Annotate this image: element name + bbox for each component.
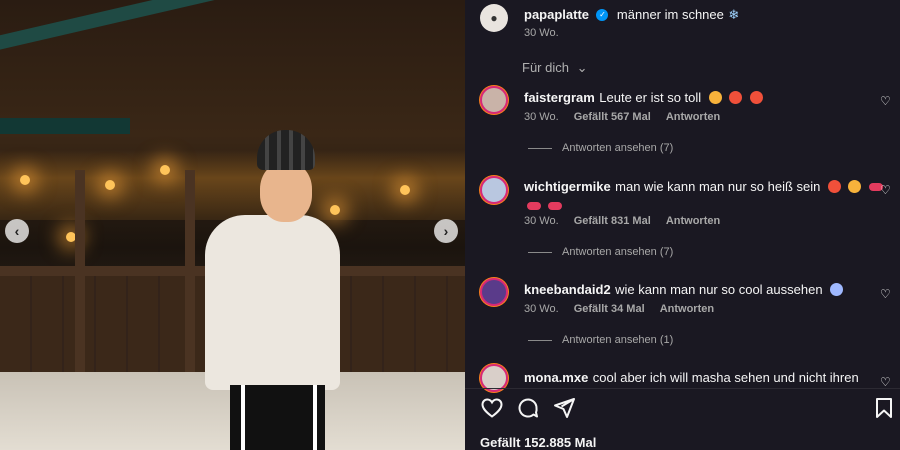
person-face <box>260 162 312 222</box>
person <box>205 130 340 450</box>
action-bar <box>478 396 898 424</box>
comment-line: wichtigermike man wie kann man nur so he… <box>524 178 883 196</box>
roof-beam <box>0 0 465 54</box>
person-beanie <box>257 130 315 170</box>
post-photo[interactable]: ‹ › <box>0 0 465 450</box>
comment-time: 30 Wo. <box>524 303 559 315</box>
comment-text: Leute er ist so toll <box>599 90 702 105</box>
roof-beam <box>0 118 130 134</box>
rail-post <box>75 170 85 380</box>
divider <box>465 388 900 389</box>
post-time: 30 Wo. <box>524 27 559 39</box>
heart-eyes-emoji-icon <box>848 180 862 194</box>
comment-text: cool aber ich will masha sehen und nicht… <box>592 370 859 385</box>
view-replies-button[interactable]: Antworten ansehen (7) <box>528 142 673 154</box>
avatar[interactable]: ● <box>480 4 508 32</box>
divider <box>528 251 552 253</box>
share-icon[interactable] <box>552 396 576 420</box>
person-shirt <box>205 215 340 390</box>
comment-username[interactable]: mona.mxe <box>524 370 588 385</box>
comment-line: kneebandaid2 wie kann man nur so cool au… <box>524 281 844 299</box>
avatar[interactable] <box>480 86 508 114</box>
rail-post <box>185 170 195 380</box>
comment-text: man wie kann man nur so heiß sein <box>615 179 821 194</box>
cold-face-emoji-icon <box>830 283 844 297</box>
hot-face-emoji-icon <box>749 91 763 105</box>
comment-username[interactable]: kneebandaid2 <box>524 282 611 297</box>
heart-icon[interactable]: ♡ <box>880 375 892 389</box>
reply-button[interactable]: Antworten <box>660 303 714 315</box>
avatar[interactable] <box>480 176 508 204</box>
view-replies-label: Antworten ansehen (7) <box>562 142 674 154</box>
post-username[interactable]: papaplatte <box>524 7 589 22</box>
light <box>105 180 115 190</box>
avatar[interactable] <box>480 278 508 306</box>
view-replies-label: Antworten ansehen (7) <box>562 246 674 258</box>
filter-label: Für dich <box>522 60 569 75</box>
chevron-left-icon[interactable]: ‹ <box>5 219 29 243</box>
comment-text: wie kann man nur so cool aussehen <box>615 282 823 297</box>
heart-icon[interactable]: ♡ <box>880 287 892 301</box>
lips-emoji-icon <box>527 201 541 210</box>
light <box>160 165 170 175</box>
view-replies-button[interactable]: Antworten ansehen (1) <box>528 334 673 346</box>
lips-emoji-icon <box>548 201 563 210</box>
comment-meta: 30 Wo. Gefällt 831 Mal Antworten <box>524 215 720 227</box>
reply-button[interactable]: Antworten <box>666 215 720 227</box>
comment-likes[interactable]: Gefällt 567 Mal <box>574 111 651 123</box>
post-caption: männer im schnee <box>616 7 724 22</box>
comment-username[interactable]: wichtigermike <box>524 179 611 194</box>
heart-icon[interactable] <box>480 396 504 420</box>
comment-filter-dropdown[interactable]: Für dich ⌄ <box>522 60 588 76</box>
verified-icon: ✓ <box>596 8 609 21</box>
chevron-down-icon: ⌄ <box>576 60 588 75</box>
reply-button[interactable]: Antworten <box>666 111 720 123</box>
heart-icon[interactable]: ♡ <box>880 183 892 197</box>
comment-line: mona.mxe cool aber ich will masha sehen … <box>524 369 859 387</box>
comment-likes[interactable]: Gefällt 831 Mal <box>574 215 651 227</box>
comment-likes[interactable]: Gefällt 34 Mal <box>574 303 645 315</box>
post-caption-line: papaplatte ✓ männer im schnee ❄ <box>524 6 739 24</box>
hot-face-emoji-icon <box>827 180 841 194</box>
pants-stripe <box>241 385 245 450</box>
comment-icon[interactable] <box>516 396 540 420</box>
view-replies-label: Antworten ansehen (1) <box>562 334 674 346</box>
post-like-count[interactable]: Gefällt 152.885 Mal <box>480 435 596 450</box>
comment-meta: 30 Wo. Gefällt 567 Mal Antworten <box>524 111 720 123</box>
comment-time: 30 Wo. <box>524 111 559 123</box>
divider <box>528 339 552 341</box>
view-replies-button[interactable]: Antworten ansehen (7) <box>528 246 673 258</box>
light <box>400 185 410 195</box>
pants-stripe <box>313 385 317 450</box>
comment-username[interactable]: faistergram <box>524 90 595 105</box>
comment-time: 30 Wo. <box>524 215 559 227</box>
heart-eyes-emoji-icon <box>708 91 722 105</box>
snowflake-icon: ❄ <box>728 7 740 22</box>
heart-icon[interactable]: ♡ <box>880 94 892 108</box>
bookmark-icon[interactable] <box>872 396 896 420</box>
comment-emoji-line <box>524 197 563 215</box>
hot-face-emoji-icon <box>729 91 743 105</box>
chevron-right-icon[interactable]: › <box>434 219 458 243</box>
divider <box>528 147 552 149</box>
comment-line: faistergram Leute er ist so toll <box>524 89 763 107</box>
comment-meta: 30 Wo. Gefällt 34 Mal Antworten <box>524 303 714 315</box>
light <box>20 175 30 185</box>
